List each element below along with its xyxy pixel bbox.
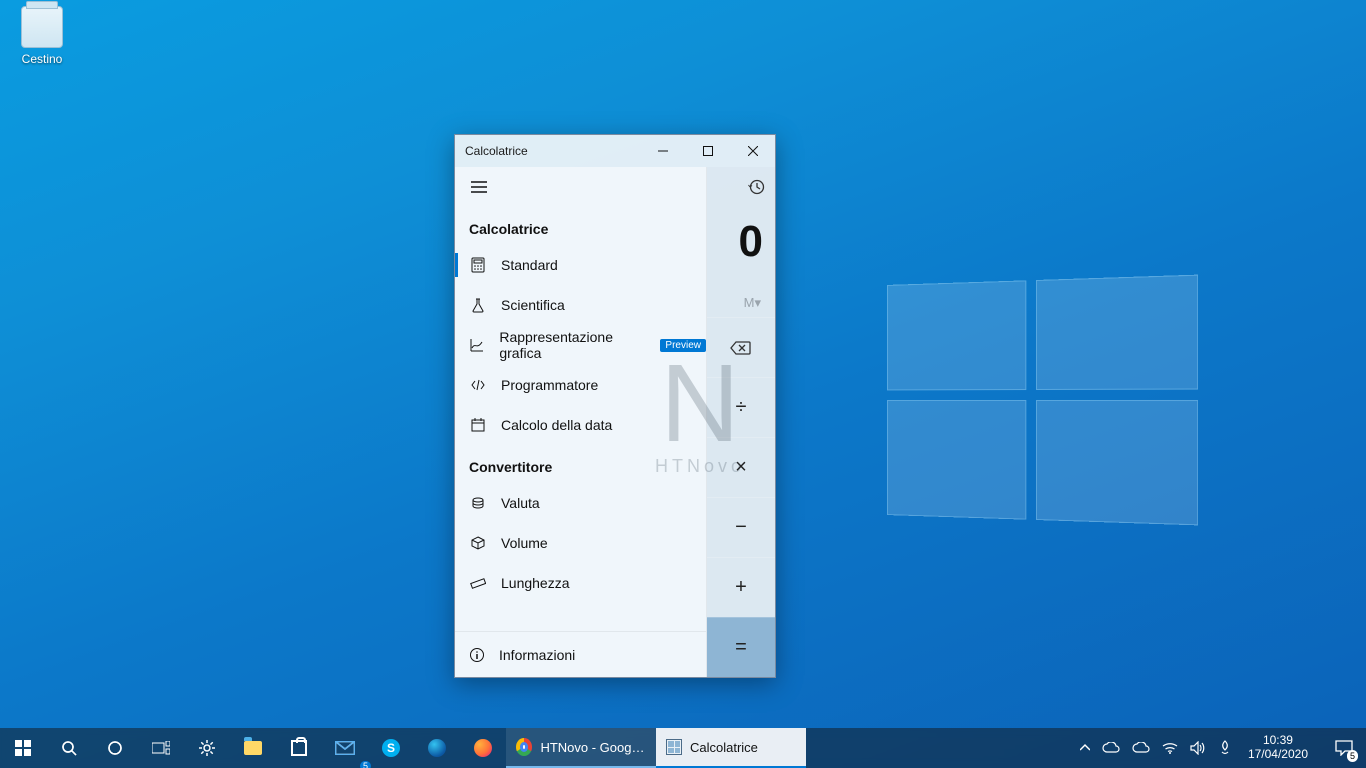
nav-section-calculator: Calcolatrice	[455, 207, 706, 245]
start-button[interactable]	[0, 728, 46, 768]
tray-volume-icon[interactable]	[1190, 741, 1206, 755]
nav-item-label: Standard	[501, 257, 558, 273]
calculator-icon	[666, 739, 682, 755]
nav-item-label: Scientifica	[501, 297, 565, 313]
chrome-icon	[516, 738, 532, 756]
minimize-button[interactable]	[640, 135, 685, 167]
window-title: Calcolatrice	[455, 144, 640, 158]
cortana-button[interactable]	[92, 728, 138, 768]
nav-item-about[interactable]: Informazioni	[455, 631, 706, 677]
nav-item-length[interactable]: Lunghezza	[455, 563, 706, 603]
recycle-bin-icon	[21, 6, 63, 48]
nav-item-scientific[interactable]: Scientifica	[455, 285, 706, 325]
key-plus[interactable]: +	[707, 557, 775, 617]
nav-item-standard[interactable]: Standard	[455, 245, 706, 285]
taskbar: 5 S HTNovo - Google ... Calcolatrice	[0, 728, 1366, 768]
system-tray: 10:39 17/04/2020	[1070, 728, 1322, 768]
standard-icon	[469, 257, 487, 273]
nav-item-label: Valuta	[501, 495, 540, 511]
nav-item-label: Calcolo della data	[501, 417, 612, 433]
action-center-button[interactable]: 5	[1322, 728, 1366, 768]
nav-item-volume[interactable]: Volume	[455, 523, 706, 563]
taskbar-explorer-icon[interactable]	[230, 728, 276, 768]
key-minus[interactable]: −	[707, 497, 775, 557]
calculator-window: Calcolatrice Calcolatrice	[454, 134, 776, 678]
titlebar[interactable]: Calcolatrice	[455, 135, 775, 167]
nav-item-label: Informazioni	[499, 647, 575, 663]
taskbar-calculator-window[interactable]: Calcolatrice	[656, 728, 806, 768]
nav-item-graphing[interactable]: Rappresentazione grafica Preview	[455, 325, 706, 365]
nav-item-label: Rappresentazione grafica	[499, 329, 644, 361]
taskbar-item-label: HTNovo - Google ...	[540, 740, 646, 755]
close-button[interactable]	[730, 135, 775, 167]
mail-badge-count: 5	[360, 761, 371, 768]
info-icon	[469, 647, 485, 663]
recycle-bin-desktop-icon[interactable]: Cestino	[8, 6, 76, 66]
nav-item-currency[interactable]: Valuta	[455, 483, 706, 523]
currency-icon	[469, 495, 487, 511]
tray-overflow-icon[interactable]	[1080, 743, 1090, 753]
history-button[interactable]	[747, 178, 765, 196]
taskbar-chrome-window[interactable]: HTNovo - Google ...	[506, 728, 656, 768]
calculator-right-strip: 0 M▾ ÷ × − + =	[707, 167, 775, 677]
desktop: Cestino Calcolatrice Ca	[0, 0, 1366, 768]
graph-icon	[469, 337, 485, 353]
recycle-bin-label: Cestino	[8, 52, 76, 66]
tray-time: 10:39	[1248, 734, 1308, 748]
nav-item-label: Volume	[501, 535, 548, 551]
action-center-badge: 5	[1347, 750, 1358, 762]
ruler-icon	[469, 575, 487, 591]
key-multiply[interactable]: ×	[707, 437, 775, 497]
taskbar-edge-icon[interactable]	[414, 728, 460, 768]
taskbar-skype-icon[interactable]: S	[368, 728, 414, 768]
windows-logo-wallpaper	[887, 275, 1198, 526]
nav-section-converter: Convertitore	[455, 445, 706, 483]
taskbar-firefox-icon[interactable]	[460, 728, 506, 768]
taskbar-mail-icon[interactable]: 5	[322, 728, 368, 768]
search-button[interactable]	[46, 728, 92, 768]
flask-icon	[469, 297, 487, 313]
calendar-icon	[469, 417, 487, 433]
taskbar-item-label: Calcolatrice	[690, 740, 758, 755]
cube-icon	[469, 535, 487, 551]
memory-dropdown[interactable]: M▾	[707, 267, 775, 317]
tray-clock[interactable]: 10:39 17/04/2020	[1244, 734, 1312, 762]
tray-cloud-icon[interactable]	[1132, 742, 1150, 754]
tray-wifi-icon[interactable]	[1162, 742, 1178, 754]
nav-pane: Calcolatrice Standard Scientifica	[455, 167, 707, 677]
preview-badge: Preview	[660, 339, 706, 352]
hamburger-menu-button[interactable]	[463, 171, 495, 203]
key-divide[interactable]: ÷	[707, 377, 775, 437]
nav-item-date-calc[interactable]: Calcolo della data	[455, 405, 706, 445]
taskbar-settings-icon[interactable]	[184, 728, 230, 768]
tray-app-icon[interactable]	[1218, 740, 1232, 756]
nav-item-programmer[interactable]: Programmatore	[455, 365, 706, 405]
maximize-button[interactable]	[685, 135, 730, 167]
code-icon	[469, 377, 487, 393]
task-view-button[interactable]	[138, 728, 184, 768]
tray-date: 17/04/2020	[1248, 748, 1308, 762]
key-equals[interactable]: =	[707, 617, 775, 677]
nav-item-label: Lunghezza	[501, 575, 570, 591]
tray-onedrive-icon[interactable]	[1102, 742, 1120, 754]
nav-item-label: Programmatore	[501, 377, 598, 393]
key-backspace[interactable]	[707, 317, 775, 377]
calculator-display: 0	[707, 207, 775, 267]
taskbar-store-icon[interactable]	[276, 728, 322, 768]
